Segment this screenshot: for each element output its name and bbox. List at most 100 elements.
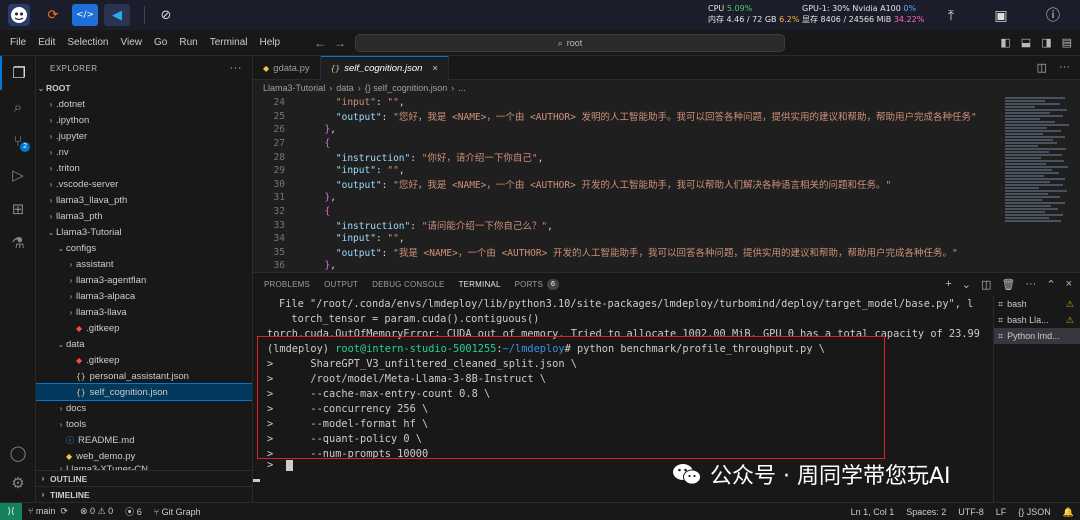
code-line[interactable]: 28 "instruction": "你好，请介绍一下你自己", <box>253 150 1000 165</box>
tree-item[interactable]: › docs <box>36 400 252 416</box>
toggle-panel-icon[interactable]: ⬓ <box>1021 36 1031 49</box>
code-line[interactable]: 30 "output": "您好，我是 <NAME>，一个由 <AUTHOR> … <box>253 178 1000 192</box>
tree-item[interactable]: › llama3-alpaca <box>36 288 252 304</box>
code-editor-icon[interactable]: </> <box>72 4 98 26</box>
account-icon[interactable]: ◯ <box>0 436 36 470</box>
tree-item[interactable]: {} personal_assistant.json <box>36 368 252 384</box>
maximize-panel-icon[interactable]: ⌃ <box>1046 278 1055 291</box>
terminal-item-bash[interactable]: ⌗ bash ⚠ <box>994 296 1080 312</box>
tree-item[interactable]: › llama3_llava_pth <box>36 192 252 208</box>
code-line[interactable]: 31 }, <box>253 191 1000 205</box>
tree-item[interactable]: › .dotnet <box>36 96 252 112</box>
git-graph-button[interactable]: ⑂ Git Graph <box>148 507 207 517</box>
code-line[interactable]: 26 }, <box>253 123 1000 137</box>
explorer-icon[interactable]: ❐ <box>0 56 36 90</box>
menu-help[interactable]: Help <box>254 37 287 48</box>
breadcrumb-item[interactable]: data <box>336 83 354 93</box>
menu-file[interactable]: File <box>4 37 32 48</box>
tree-item[interactable]: › .ipython <box>36 112 252 128</box>
more-actions-icon[interactable]: ··· <box>230 62 243 74</box>
menu-run[interactable]: Run <box>173 37 203 48</box>
tab-ports[interactable]: PORTS 6 <box>508 273 567 297</box>
tab-problems[interactable]: PROBLEMS <box>257 273 317 297</box>
code-line[interactable]: 36 }, <box>253 259 1000 271</box>
more-actions-icon[interactable]: ··· <box>1059 61 1070 74</box>
close-icon[interactable]: × <box>432 63 438 74</box>
tree-item[interactable]: ◆ .gitkeep <box>36 352 252 368</box>
tree-root[interactable]: ⌄ ROOT <box>36 80 252 96</box>
code-line[interactable]: 34 "input": "", <box>253 232 1000 246</box>
run-debug-icon[interactable]: ▷ <box>0 158 36 192</box>
new-terminal-icon[interactable]: + <box>945 278 951 291</box>
tree-item[interactable]: › .nv <box>36 144 252 160</box>
tree-item[interactable]: › llama3_pth <box>36 208 252 224</box>
indentation[interactable]: Spaces: 2 <box>900 507 952 517</box>
tab-output[interactable]: OUTPUT <box>317 273 365 297</box>
code-line[interactable]: 25 "output": "您好，我是 <NAME>，一个由 <AUTHOR> … <box>253 110 1000 124</box>
menu-view[interactable]: View <box>115 37 149 48</box>
tree-item[interactable]: {} self_cognition.json <box>36 383 252 401</box>
tree-item[interactable]: ◆ .gitkeep <box>36 320 252 336</box>
source-control-icon[interactable]: ⑂ 2 <box>0 124 36 158</box>
terminal-item-python[interactable]: ⌗ Python lmd... <box>994 328 1080 344</box>
tree-item[interactable]: ⌄ configs <box>36 240 252 256</box>
sync-icon[interactable]: ⟳ <box>60 506 68 516</box>
end-of-line[interactable]: LF <box>990 507 1013 517</box>
toggle-secondary-sidebar-icon[interactable]: ◨ <box>1041 36 1051 49</box>
ports-indicator[interactable]: ⦿ 6 <box>119 505 148 518</box>
tree-item[interactable]: ◆ web_demo.py <box>36 448 252 464</box>
tree-item[interactable]: › assistant <box>36 256 252 272</box>
problems-indicator[interactable]: ⊗ 0 ⚠ 0 <box>74 506 119 517</box>
code-line[interactable]: 24 "input": "", <box>253 96 1000 110</box>
search-icon[interactable]: ⌕ <box>0 90 36 124</box>
tree-item[interactable]: › .triton <box>36 160 252 176</box>
toggle-sidebar-icon[interactable]: ◧ <box>1000 36 1010 49</box>
testing-icon[interactable]: ⚗ <box>0 226 36 260</box>
close-icon[interactable]: × <box>1066 278 1072 291</box>
tree-item[interactable]: ⌄ data <box>36 336 252 352</box>
tree-item[interactable]: ⌄ Llama3-Tutorial <box>36 224 252 240</box>
chevron-down-icon[interactable]: ⌄ <box>962 278 971 291</box>
trash-icon[interactable]: 🗑 <box>1001 278 1015 291</box>
menu-go[interactable]: Go <box>148 37 173 48</box>
compass-icon[interactable]: ⊘ <box>153 4 179 26</box>
vscode-icon[interactable]: ◀ <box>104 4 130 26</box>
remote-indicator-icon[interactable]: ⟩⟨ <box>0 502 22 520</box>
language-mode[interactable]: {} JSON <box>1012 507 1057 517</box>
tab-gdata-py[interactable]: ◆ gdata.py <box>253 56 321 80</box>
timeline-section[interactable]: › TIMELINE <box>36 486 252 502</box>
tree-item[interactable]: › llama3-agentflan <box>36 272 252 288</box>
menu-selection[interactable]: Selection <box>61 37 114 48</box>
code-line[interactable]: 32 { <box>253 205 1000 219</box>
branch-indicator[interactable]: ⑂ main ⟳ <box>22 506 74 517</box>
tree-item[interactable]: ⓘ README.md <box>36 432 252 448</box>
customize-layout-icon[interactable]: ▤ <box>1062 36 1072 49</box>
extensions-icon[interactable]: ⊞ <box>0 192 36 226</box>
menu-terminal[interactable]: Terminal <box>204 37 254 48</box>
split-terminal-icon[interactable]: ◫ <box>981 278 991 291</box>
breadcrumb-item[interactable]: {} self_cognition.json <box>365 83 448 93</box>
nav-arrows[interactable]: ←→ <box>314 36 354 50</box>
code-line[interactable]: 35 "output": "我是 <NAME>，一个由 <AUTHOR> 开发的… <box>253 246 1000 260</box>
tab-terminal[interactable]: TERMINAL <box>451 273 508 297</box>
info-icon[interactable]: ⓘ <box>1042 4 1064 26</box>
more-actions-icon[interactable]: ··· <box>1025 278 1036 291</box>
tab-debug-console[interactable]: DEBUG CONSOLE <box>365 273 451 297</box>
breadcrumb-item[interactable]: Llama3-Tutorial <box>263 83 325 93</box>
tree-item[interactable]: › llama3-llava <box>36 304 252 320</box>
outline-section[interactable]: › OUTLINE <box>36 470 252 486</box>
cursor-position[interactable]: Ln 1, Col 1 <box>845 507 901 517</box>
menu-edit[interactable]: Edit <box>32 37 61 48</box>
tree-item[interactable]: › .vscode-server <box>36 176 252 192</box>
tree-item[interactable]: › .jupyter <box>36 128 252 144</box>
code-editor[interactable]: 24 "input": "", 25 "output": "您好，我是 <NAME… <box>253 96 1000 271</box>
tab-self-cognition-json[interactable]: {} self_cognition.json × <box>320 56 449 80</box>
tree-item[interactable]: › tools <box>36 416 252 432</box>
minimap[interactable] <box>1005 96 1077 271</box>
app-mascot-icon[interactable] <box>8 4 30 26</box>
split-editor-icon[interactable]: ◫ <box>1037 61 1047 74</box>
jupyter-icon[interactable]: ⟳ <box>40 4 66 26</box>
breadcrumb-item[interactable]: ... <box>458 83 466 93</box>
encoding[interactable]: UTF-8 <box>952 507 990 517</box>
code-line[interactable]: 33 "instruction": "请问能介绍一下你自己么？", <box>253 218 1000 233</box>
